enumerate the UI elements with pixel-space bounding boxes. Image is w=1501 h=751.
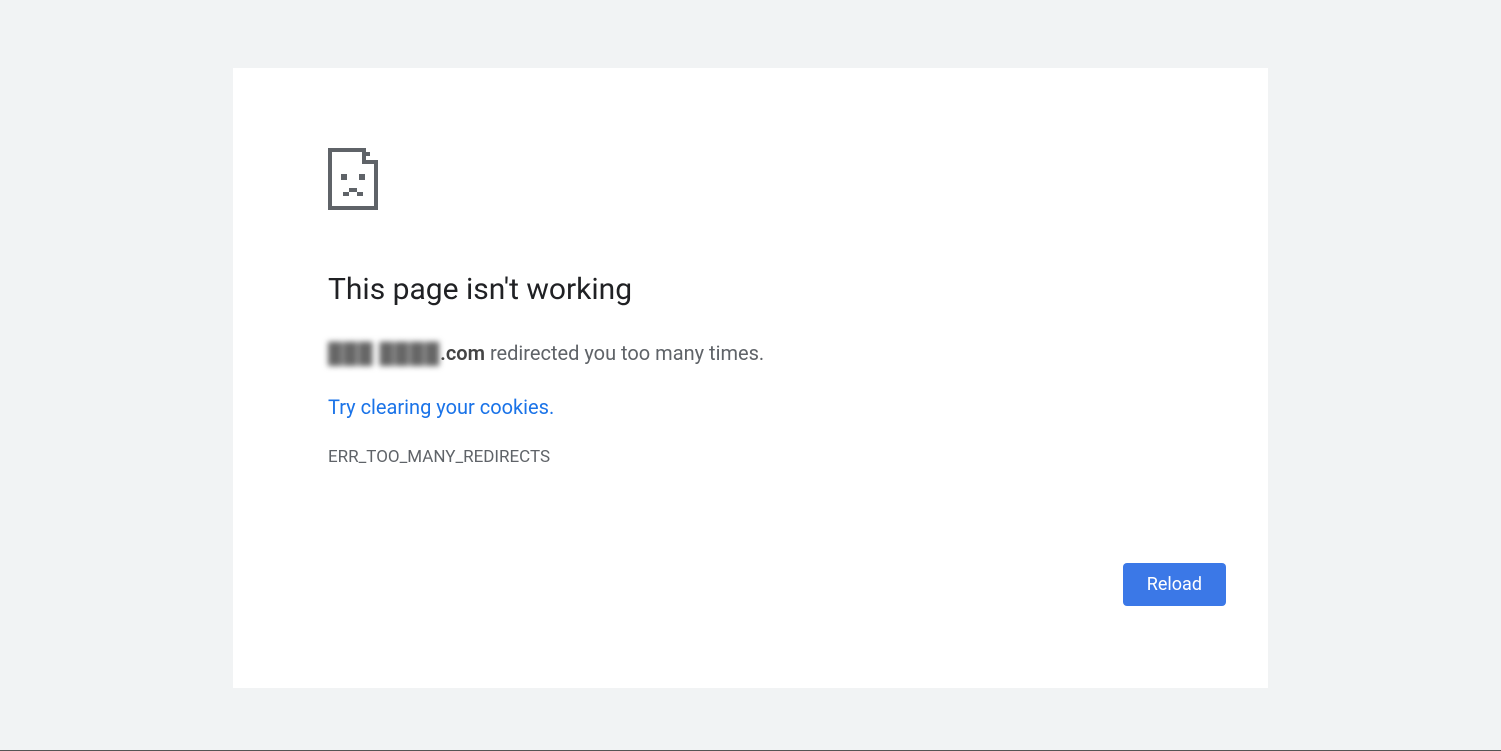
error-code: ERR_TOO_MANY_REDIRECTS xyxy=(328,447,1173,467)
error-message: ███ ████.com redirected you too many tim… xyxy=(328,339,1173,367)
sad-page-icon xyxy=(328,148,1173,210)
reload-button[interactable]: Reload xyxy=(1123,563,1226,606)
error-title: This page isn't working xyxy=(328,270,1173,309)
cookies-period: . xyxy=(549,395,554,419)
cookies-suggestion: Try clearing your cookies. xyxy=(328,395,1173,419)
clear-cookies-link[interactable]: Try clearing your cookies xyxy=(328,395,549,419)
message-suffix: redirected you too many times. xyxy=(485,341,764,365)
error-card: This page isn't working ███ ████.com red… xyxy=(233,68,1268,688)
domain-obscured: ███ ████ xyxy=(328,339,440,367)
domain-suffix: .com xyxy=(440,341,485,365)
